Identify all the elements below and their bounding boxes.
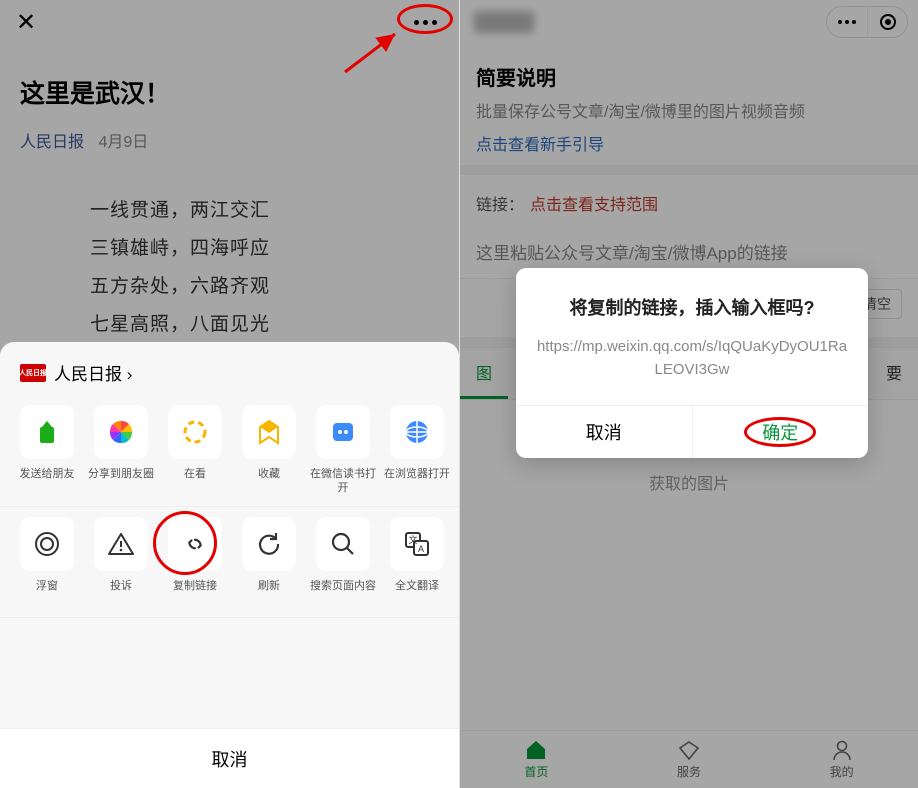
weread-icon — [316, 405, 370, 459]
svg-text:A: A — [418, 544, 424, 554]
article-meta: 人民日报 4月9日 — [20, 128, 439, 152]
globe-icon — [390, 405, 444, 459]
dialog-cancel-button[interactable]: 取消 — [516, 406, 692, 458]
right-screenshot: 简要说明 批量保存公号文章/淘宝/微博里的图片视频音频 点击查看新手引导 链接：… — [459, 0, 918, 788]
share-search-page[interactable]: 搜索页面内容 — [306, 517, 380, 607]
favorite-icon — [242, 405, 296, 459]
share-favorite[interactable]: 收藏 — [232, 405, 306, 496]
warning-icon — [94, 517, 148, 571]
article-title: 这里是武汉！ — [20, 74, 439, 110]
refresh-icon — [242, 517, 296, 571]
share-wow[interactable]: 在看 — [158, 405, 232, 496]
share-source-name[interactable]: 人民日报 › — [54, 360, 132, 385]
share-float[interactable]: 浮窗 — [10, 517, 84, 607]
article-line: 五方杂处，六路齐观 — [90, 268, 439, 306]
share-browser[interactable]: 在浏览器打开 — [380, 405, 454, 496]
source-logo: 人民日报 — [20, 364, 46, 382]
svg-text:文: 文 — [408, 534, 417, 545]
share-cancel-button[interactable]: 取消 — [0, 728, 459, 788]
article-source[interactable]: 人民日报 — [20, 134, 84, 151]
float-window-icon — [20, 517, 74, 571]
article-date: 4月9日 — [98, 134, 148, 151]
translate-icon: 文A — [390, 517, 444, 571]
share-report[interactable]: 投诉 — [84, 517, 158, 607]
annotation-ellipse-ok — [744, 417, 816, 447]
share-sheet: 人民日报 人民日报 › 发送给朋友 分享到朋友圈 在看 — [0, 342, 459, 788]
article-line: 一线贯通，两江交汇 — [90, 192, 439, 230]
close-icon[interactable]: ✕ — [16, 8, 36, 37]
share-translate[interactable]: 文A 全文翻译 — [380, 517, 454, 607]
article-line: 三镇雄峙，四海呼应 — [90, 230, 439, 268]
annotation-arrow — [339, 28, 409, 78]
confirm-dialog: 将复制的链接，插入输入框吗? https://mp.weixin.qq.com/… — [516, 268, 868, 458]
search-icon — [316, 517, 370, 571]
share-send-friend[interactable]: 发送给朋友 — [10, 405, 84, 496]
dialog-url: https://mp.weixin.qq.com/s/IqQUaKyDyOU1R… — [536, 336, 848, 381]
dialog-title: 将复制的链接，插入输入框吗? — [536, 294, 848, 320]
send-icon — [20, 405, 74, 459]
moments-icon — [94, 405, 148, 459]
share-refresh[interactable]: 刷新 — [232, 517, 306, 607]
left-screenshot: ✕ 这里是武汉！ 人民日报 4月9日 一线贯通，两江交汇 三镇雄峙，四海呼应 五… — [0, 0, 459, 788]
share-weread[interactable]: 在微信读书打开 — [306, 405, 380, 496]
article-line: 七星高照，八面见光 — [90, 306, 439, 344]
share-moments[interactable]: 分享到朋友圈 — [84, 405, 158, 496]
wow-icon — [168, 405, 222, 459]
annotation-circle-copylink — [153, 511, 217, 575]
dialog-ok-button[interactable]: 确定 — [692, 406, 869, 458]
